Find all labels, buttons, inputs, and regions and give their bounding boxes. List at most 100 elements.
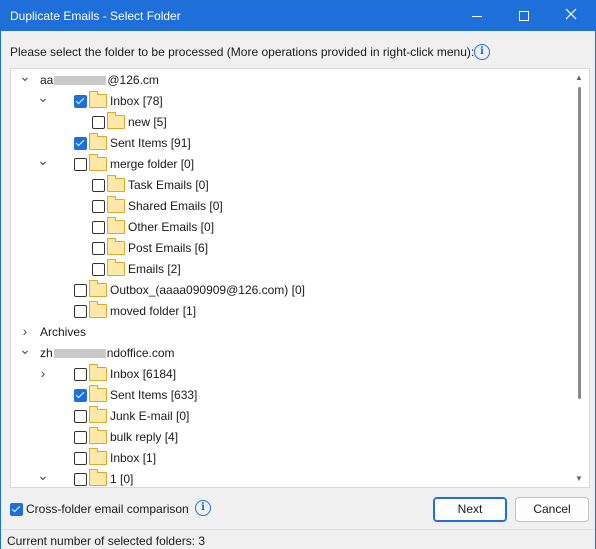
folder-label[interactable]: Other Emails [0] [128,220,214,234]
account-label[interactable]: zh ndoffice.com [40,346,175,360]
folder-label[interactable]: Shared Emails [0] [128,199,223,213]
folder-label[interactable]: Inbox [78] [110,94,163,108]
folder-checkbox[interactable] [74,410,87,423]
account-row[interactable]: ⌄ aa @126.cm [11,69,571,91]
account-label[interactable]: aa @126.cm [40,73,159,87]
minimize-icon [472,16,482,17]
cross-folder-checkbox[interactable] [10,503,23,516]
folder-icon [89,280,107,297]
scrollbar-thumb[interactable] [578,87,581,399]
folder-checkbox[interactable] [74,305,87,318]
folder-row[interactable]: new [5] [11,112,571,133]
chevron-right-icon[interactable]: › [37,366,49,380]
folder-icon [89,133,107,150]
folder-checkbox[interactable] [74,368,87,381]
folder-row[interactable]: ⌄ Inbox [78] [11,90,571,112]
redacted-text [54,76,107,86]
minimize-button[interactable] [454,1,500,31]
folder-label[interactable]: Outbox_(aaaa090909@126.com) [0] [110,283,305,297]
folder-label[interactable]: Sent Items [633] [110,388,197,402]
folder-checkbox[interactable] [92,221,105,234]
status-bar: Current number of selected folders: 3 [1,529,595,549]
folder-icon [89,448,107,465]
folder-label[interactable]: 1 [0] [110,472,133,486]
account-label-end: @126.cm [107,73,159,87]
folder-icon [89,385,107,402]
folder-label[interactable]: moved folder [1] [110,304,196,318]
folder-label[interactable]: Inbox [1] [110,451,156,465]
scroll-down-icon[interactable]: ▼ [575,474,583,483]
folder-checkbox[interactable] [74,389,87,402]
chevron-down-icon[interactable]: ⌄ [19,342,31,356]
folder-icon [89,91,107,108]
folder-label[interactable]: Task Emails [0] [128,178,209,192]
chevron-down-icon[interactable]: ⌄ [37,468,49,482]
folder-row[interactable]: Outbox_(aaaa090909@126.com) [0] [11,280,571,301]
folder-row[interactable]: ⌄ merge folder [0] [11,153,571,175]
folder-label[interactable]: Post Emails [6] [128,241,208,255]
folder-label[interactable]: new [5] [128,115,167,129]
close-button[interactable] [548,1,594,31]
folder-row[interactable]: moved folder [1] [11,301,571,322]
folder-label[interactable]: merge folder [0] [110,157,194,171]
folder-icon [107,259,125,276]
folder-checkbox[interactable] [74,137,87,150]
folder-row[interactable]: Sent Items [633] [11,385,571,406]
instruction-text: Please select the folder to be processed… [10,45,475,59]
folder-row[interactable]: Other Emails [0] [11,217,571,238]
folder-row[interactable]: Task Emails [0] [11,175,571,196]
folder-checkbox[interactable] [74,452,87,465]
folder-checkbox[interactable] [92,179,105,192]
title-bar[interactable]: Duplicate Emails - Select Folder [1,1,595,31]
folder-label[interactable]: Sent Items [91] [110,136,191,150]
folder-icon [107,112,125,129]
chevron-down-icon[interactable]: ⌄ [19,69,31,83]
folder-label[interactable]: bulk reply [4] [110,430,178,444]
folder-icon [107,196,125,213]
account-row[interactable]: ⌄ zh ndoffice.com [11,342,571,364]
account-row[interactable]: › Archives [11,322,571,343]
folder-checkbox[interactable] [92,200,105,213]
folder-checkbox[interactable] [74,473,87,486]
chevron-down-icon[interactable]: ⌄ [37,90,49,104]
vertical-scrollbar[interactable]: ▲ ▼ [571,69,588,487]
folder-row[interactable]: Junk E-mail [0] [11,406,571,427]
cancel-button[interactable]: Cancel [515,497,589,522]
info-icon[interactable]: i [474,44,490,60]
next-button[interactable]: Next [433,497,507,522]
folder-checkbox[interactable] [74,95,87,108]
folder-tree[interactable]: ⌄ aa @126.cm ⌄ Inbox [78] new [5] Sent Items [… [10,68,590,488]
account-label-start: aa [40,73,54,87]
folder-row[interactable]: ⌄ 1 [0] [11,468,571,487]
folder-icon [89,154,107,171]
folder-row[interactable]: Emails [2] [11,259,571,280]
maximize-button[interactable] [501,1,547,31]
folder-checkbox[interactable] [74,284,87,297]
folder-icon [89,469,107,486]
folder-label[interactable]: Junk E-mail [0] [110,409,189,423]
folder-icon [107,238,125,255]
selected-count-text: Current number of selected folders: 3 [7,534,206,548]
close-icon [565,8,577,20]
account-label[interactable]: Archives [40,325,86,339]
folder-row[interactable]: Sent Items [91] [11,133,571,154]
folder-checkbox[interactable] [92,116,105,129]
chevron-down-icon[interactable]: ⌄ [37,153,49,167]
folder-label[interactable]: Inbox [6184] [110,367,176,381]
folder-checkbox[interactable] [74,431,87,444]
cross-folder-info-icon[interactable]: i [195,500,211,516]
dialog-window: Duplicate Emails - Select Folder Please … [0,0,596,549]
folder-row[interactable]: bulk reply [4] [11,427,571,448]
folder-row[interactable]: › Inbox [6184] [11,364,571,385]
cross-folder-label[interactable]: Cross-folder email comparison [26,502,189,516]
folder-row[interactable]: Post Emails [6] [11,238,571,259]
folder-label[interactable]: Emails [2] [128,262,181,276]
chevron-right-icon[interactable]: › [19,324,31,338]
folder-checkbox[interactable] [92,242,105,255]
scroll-up-icon[interactable]: ▲ [575,73,583,82]
folder-checkbox[interactable] [92,263,105,276]
folder-row[interactable]: Inbox [1] [11,448,571,469]
folder-icon [89,364,107,381]
folder-checkbox[interactable] [74,158,87,171]
folder-row[interactable]: Shared Emails [0] [11,196,571,217]
